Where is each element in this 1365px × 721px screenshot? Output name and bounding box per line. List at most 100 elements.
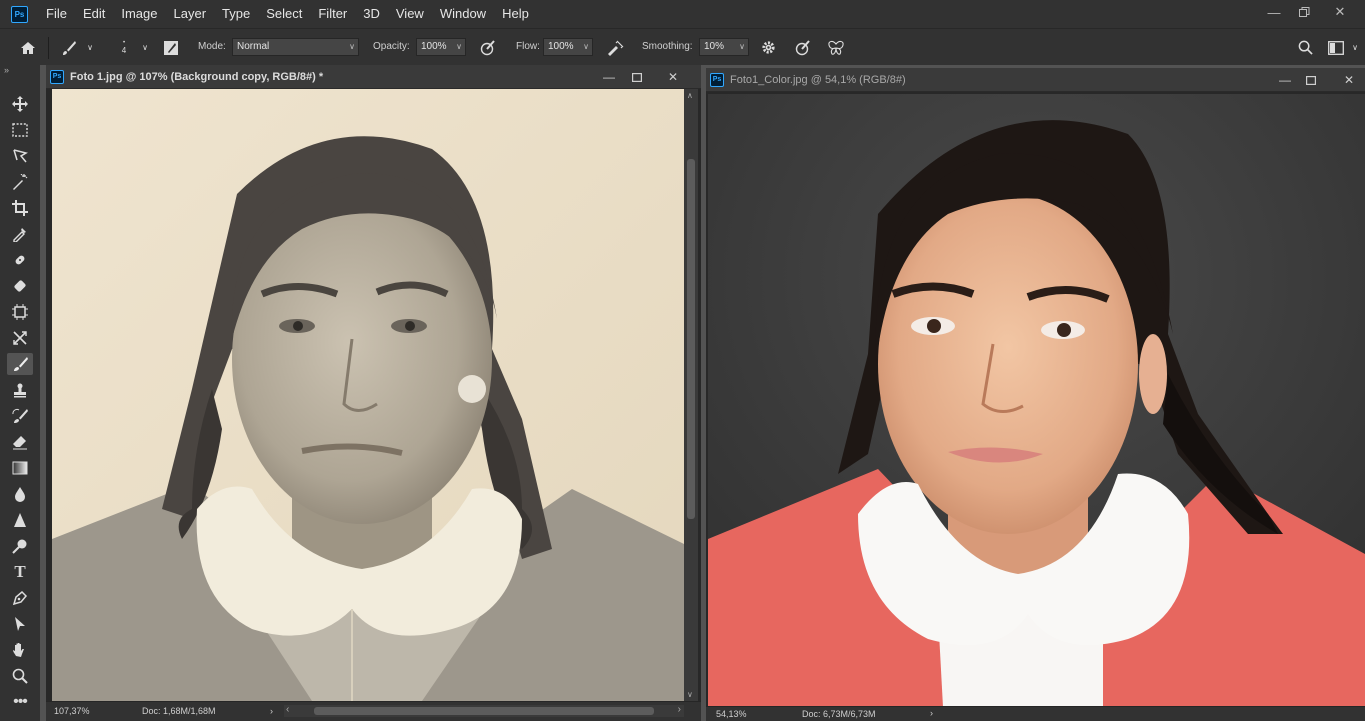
menu-layer[interactable]: Layer xyxy=(166,0,215,28)
flow-value: 100% xyxy=(548,41,574,52)
chevron-up-icon[interactable]: ∧ xyxy=(687,91,693,100)
scrollbar-thumb[interactable] xyxy=(314,707,654,715)
mode-value: Normal xyxy=(237,41,270,52)
smoothing-field[interactable]: 10% ∨ xyxy=(699,38,749,56)
home-icon[interactable] xyxy=(14,29,42,66)
smoothing-label: Smoothing: xyxy=(642,41,693,52)
chevron-down-icon[interactable]: ∨ xyxy=(1349,29,1361,66)
pressure-opacity-icon[interactable] xyxy=(477,29,499,66)
gradient-icon[interactable] xyxy=(7,457,33,479)
maximize-icon[interactable] xyxy=(624,65,650,89)
blur-tool-icon[interactable] xyxy=(7,483,33,505)
patch-icon[interactable] xyxy=(7,275,33,297)
content-aware-move-icon[interactable] xyxy=(7,327,33,349)
tools-panel: » T ••• xyxy=(0,65,40,721)
menu-select[interactable]: Select xyxy=(258,0,310,28)
brush-tool-icon[interactable] xyxy=(7,353,33,375)
vertical-scrollbar[interactable]: ∧ ∨ xyxy=(684,89,698,701)
document-window-1: Ps Foto 1.jpg @ 107% (Background copy, R… xyxy=(46,65,701,721)
close-icon[interactable]: ✕ xyxy=(1325,0,1355,24)
eyedropper-icon[interactable] xyxy=(7,223,33,245)
canvas-photo-color[interactable] xyxy=(708,94,1365,707)
chevron-right-icon[interactable]: › xyxy=(678,704,681,715)
type-tool-icon[interactable]: T xyxy=(7,561,33,583)
app-logo: Ps xyxy=(11,5,28,23)
status-bar: 54,13% Doc: 6,73M/6,73M › xyxy=(706,706,1365,721)
more-tools-icon[interactable]: ••• xyxy=(7,691,33,713)
menu-edit[interactable]: Edit xyxy=(75,0,113,28)
marquee-tool-icon[interactable] xyxy=(7,119,33,141)
path-selection-icon[interactable] xyxy=(7,613,33,635)
healing-brush-icon[interactable] xyxy=(7,249,33,271)
menu-3d[interactable]: 3D xyxy=(355,0,388,28)
doc-size: Doc: 6,73M/6,73M xyxy=(802,709,876,719)
document-icon: Ps xyxy=(710,72,724,87)
minimize-icon[interactable]: — xyxy=(1259,0,1289,24)
canvas-photo-bw[interactable] xyxy=(52,89,684,701)
document-tab-2[interactable]: Ps Foto1_Color.jpg @ 54,1% (RGB/8#) — ✕ xyxy=(706,68,1365,92)
document-title: Foto1_Color.jpg @ 54,1% (RGB/8#) xyxy=(730,73,906,86)
flow-field[interactable]: 100% ∨ xyxy=(543,38,593,56)
brush-settings-panel-icon[interactable] xyxy=(160,29,182,66)
crop-tool-icon[interactable] xyxy=(7,197,33,219)
zoom-readout[interactable]: 107,37% xyxy=(54,706,90,716)
horizontal-scrollbar[interactable]: ‹ › xyxy=(284,704,684,717)
dodge-tool-icon[interactable] xyxy=(7,535,33,557)
document-window-2: Ps Foto1_Color.jpg @ 54,1% (RGB/8#) — ✕ xyxy=(706,68,1365,721)
zoom-tool-icon[interactable] xyxy=(7,665,33,687)
chevron-right-icon[interactable]: › xyxy=(270,706,273,716)
menu-view[interactable]: View xyxy=(388,0,432,28)
zoom-readout[interactable]: 54,13% xyxy=(716,709,747,719)
chevron-down-icon: ∨ xyxy=(349,42,355,51)
chevron-down-icon[interactable]: ∨ xyxy=(139,29,151,66)
scrollbar-thumb[interactable] xyxy=(687,159,695,519)
menu-image[interactable]: Image xyxy=(113,0,165,28)
eraser-icon[interactable] xyxy=(7,431,33,453)
menu-help[interactable]: Help xyxy=(494,0,537,28)
frame-tool-icon[interactable] xyxy=(7,301,33,323)
pen-tool-icon[interactable] xyxy=(7,587,33,609)
airbrush-icon[interactable] xyxy=(604,29,626,66)
search-icon[interactable] xyxy=(1294,29,1316,66)
minimize-icon[interactable]: — xyxy=(596,65,622,89)
expand-panel-icon[interactable]: » xyxy=(4,65,9,75)
magic-wand-icon[interactable] xyxy=(7,171,33,193)
restore-icon[interactable] xyxy=(1289,0,1319,24)
close-icon[interactable]: ✕ xyxy=(1336,68,1362,92)
menu-type[interactable]: Type xyxy=(214,0,258,28)
minimize-icon[interactable]: — xyxy=(1272,68,1298,92)
maximize-icon[interactable] xyxy=(1298,68,1324,92)
document-tab-1[interactable]: Ps Foto 1.jpg @ 107% (Background copy, R… xyxy=(46,65,701,89)
chevron-right-icon[interactable]: › xyxy=(930,708,933,718)
chevron-down-icon[interactable]: ∨ xyxy=(687,690,693,699)
chevron-left-icon[interactable]: ‹ xyxy=(286,704,289,715)
workspace-switcher-icon[interactable] xyxy=(1323,29,1349,66)
clone-stamp-icon[interactable] xyxy=(7,379,33,401)
menu-bar: Ps File Edit Image Layer Type Select Fil… xyxy=(0,0,1365,28)
brush-size-picker[interactable]: • 4 xyxy=(113,29,135,66)
symmetry-butterfly-icon[interactable] xyxy=(825,29,847,66)
hand-tool-icon[interactable] xyxy=(7,639,33,661)
pressure-size-icon[interactable] xyxy=(792,29,814,66)
opacity-value: 100% xyxy=(421,41,447,52)
history-brush-icon[interactable] xyxy=(7,405,33,427)
opacity-label: Opacity: xyxy=(373,41,410,52)
doc-size: Doc: 1,68M/1,68M xyxy=(142,706,216,716)
chevron-down-icon: ∨ xyxy=(739,42,745,51)
menu-file[interactable]: File xyxy=(38,0,75,28)
move-tool-icon[interactable] xyxy=(7,93,33,115)
sharpen-icon[interactable] xyxy=(7,509,33,531)
gear-icon[interactable] xyxy=(757,29,779,66)
opacity-field[interactable]: 100% ∨ xyxy=(416,38,466,56)
mode-label: Mode: xyxy=(198,41,226,52)
chevron-down-icon[interactable]: ∨ xyxy=(84,29,96,66)
lasso-tool-icon[interactable] xyxy=(7,145,33,167)
close-icon[interactable]: ✕ xyxy=(660,65,686,89)
brush-size-value: 4 xyxy=(121,45,127,55)
chevron-down-icon: ∨ xyxy=(456,42,462,51)
mode-select[interactable]: Normal ∨ xyxy=(232,38,359,56)
menu-window[interactable]: Window xyxy=(432,0,494,28)
flow-label: Flow: xyxy=(516,41,540,52)
brush-preset-icon[interactable] xyxy=(58,29,80,66)
menu-filter[interactable]: Filter xyxy=(310,0,355,28)
